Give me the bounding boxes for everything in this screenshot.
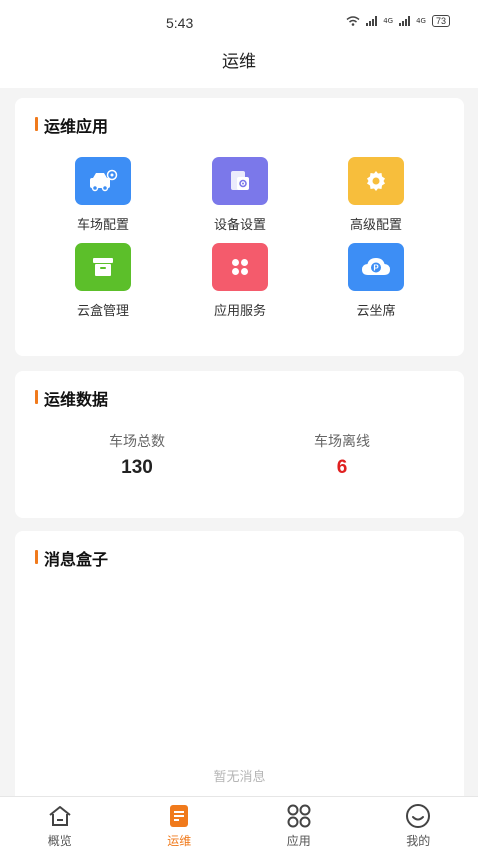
app-item-cloud-box[interactable]: 云盒管理 <box>53 243 153 319</box>
title-accent-bar <box>35 117 38 131</box>
empty-message-text: 暂无消息 <box>213 770 266 785</box>
tab-label: 概览 <box>47 834 72 848</box>
app-label: 设备设置 <box>213 218 266 233</box>
stat-offline-parking[interactable]: 车场离线 6 <box>272 431 412 479</box>
app-item-device-settings[interactable]: 设备设置 <box>190 157 290 233</box>
message-card-title-text: 消息盒子 <box>44 550 109 569</box>
tab-apps[interactable]: 应用 <box>239 797 359 850</box>
tab-mine[interactable]: 我的 <box>359 797 478 850</box>
bottom-tab-bar: 概览 运维 应用 我的 <box>0 796 478 850</box>
app-label: 云盒管理 <box>76 304 129 319</box>
tab-label: 应用 <box>286 834 311 848</box>
wifi-icon <box>346 16 360 26</box>
apps-icon <box>285 802 313 830</box>
page-title: 运维 <box>222 52 256 72</box>
stat-value: 130 <box>121 457 153 478</box>
tab-overview[interactable]: 概览 <box>0 797 120 850</box>
data-card-title-text: 运维数据 <box>44 390 109 409</box>
network-label-1: 4G <box>383 17 394 25</box>
app-label: 云坐席 <box>356 304 396 319</box>
signal-icon <box>366 16 378 26</box>
car-icon <box>75 157 131 205</box>
gear-icon <box>348 157 404 205</box>
tab-operations[interactable]: 运维 <box>120 797 240 850</box>
battery-icon: 73 <box>431 15 450 27</box>
page-header: 运维 <box>0 44 478 88</box>
stat-value: 6 <box>336 457 348 478</box>
tab-label: 运维 <box>167 834 192 848</box>
device-settings-icon <box>212 157 268 205</box>
network-label-2: 4G <box>416 17 426 25</box>
tab-label: 我的 <box>406 834 431 848</box>
box-icon <box>75 243 131 291</box>
cloud-parking-icon: P <box>348 243 404 291</box>
app-item-cloud-seat[interactable]: P 云坐席 <box>326 243 426 319</box>
title-accent-bar <box>35 390 38 404</box>
data-card: 运维数据 车场总数 130 车场离线 6 <box>15 371 464 518</box>
message-card-title: 消息盒子 <box>35 546 108 570</box>
app-item-advanced-config[interactable]: 高级配置 <box>326 157 426 233</box>
stat-label: 车场总数 <box>109 434 165 450</box>
data-card-title: 运维数据 <box>35 386 108 410</box>
status-icons: 4G 4G 73 <box>346 15 450 27</box>
stat-label: 车场离线 <box>314 434 370 450</box>
app-label: 车场配置 <box>76 218 129 233</box>
apps-card-title-text: 运维应用 <box>44 117 109 136</box>
document-icon <box>165 802 193 830</box>
app-item-app-services[interactable]: 应用服务 <box>190 243 290 319</box>
apps-card: 运维应用 车场配置 设备设置 高级配置 云盒管理 应用服务 P 云坐席 <box>15 98 464 356</box>
apps-card-title: 运维应用 <box>35 113 108 137</box>
app-item-parking-config[interactable]: 车场配置 <box>53 157 153 233</box>
app-label: 应用服务 <box>213 304 266 319</box>
stat-total-parking[interactable]: 车场总数 130 <box>67 431 207 479</box>
message-card: 消息盒子 暂无消息 <box>15 531 464 796</box>
svg-text:P: P <box>373 264 379 273</box>
title-accent-bar <box>35 550 38 564</box>
status-time: 5:43 <box>166 15 194 31</box>
home-icon <box>46 802 74 830</box>
smile-icon <box>404 802 432 830</box>
app-label: 高级配置 <box>349 218 402 233</box>
clover-icon <box>212 243 268 291</box>
status-bar: 5:43 4G 4G 73 <box>0 0 478 44</box>
signal-icon-2 <box>399 16 411 26</box>
